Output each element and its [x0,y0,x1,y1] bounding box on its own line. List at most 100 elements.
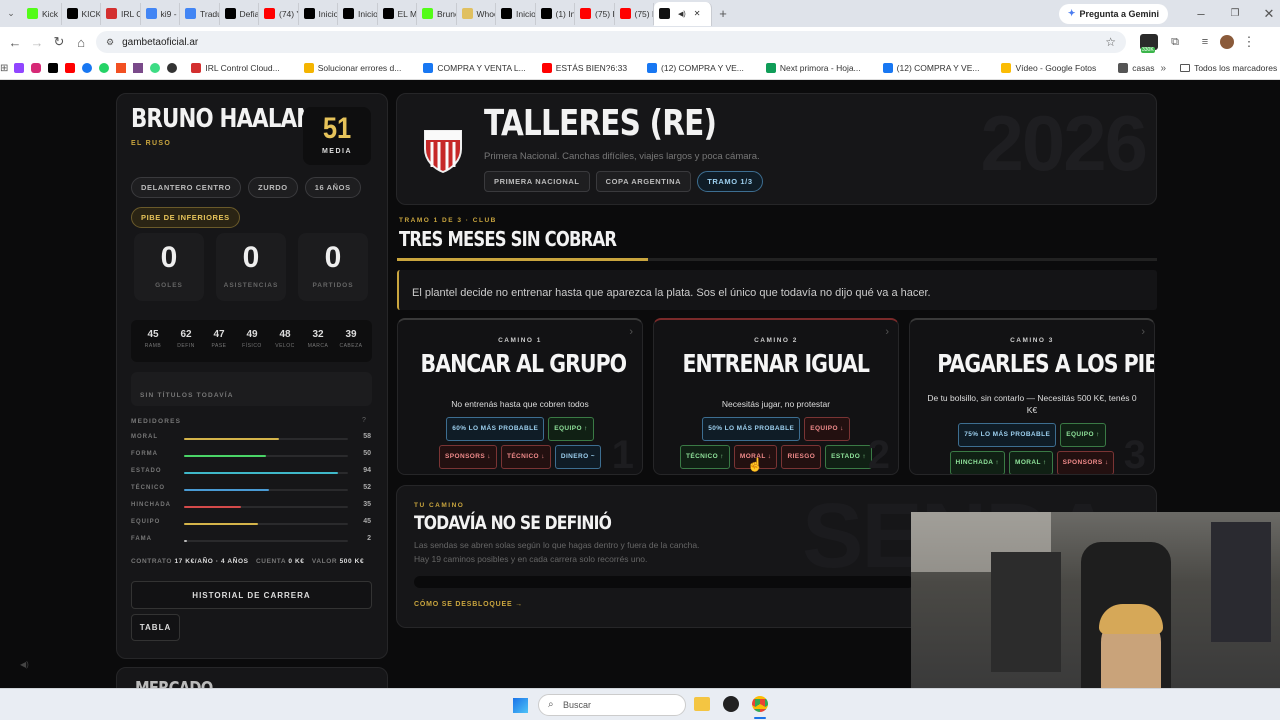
tab-favicon-icon [461,8,473,19]
file-explorer-icon[interactable] [694,697,710,711]
profile-avatar[interactable] [1220,35,1234,49]
bookmark-item[interactable]: Next primora - Hoja... [760,63,867,73]
reload-icon[interactable]: ↻ [48,34,70,50]
meter-label: ESTADO [131,468,162,474]
club-tags: PRIMERA NACIONAL COPA ARGENTINA TRAMO 1/… [484,171,763,192]
event-progress-fill [397,258,648,261]
extensions-puzzle-icon[interactable]: ⧉ [1164,36,1186,49]
browser-tab[interactable]: EL MA [378,2,417,25]
browser-tab[interactable]: (75) De [615,2,654,25]
photo-icon[interactable] [133,63,144,73]
browser-tab[interactable]: IRL Con [101,2,141,25]
career-history-button[interactable]: HISTORIAL DE CARRERA [131,581,372,609]
bookmark-label: (12) COMPRA Y VE... [661,63,744,73]
windows-taskbar: ⌕ Buscar [0,688,1280,720]
site-info-icon[interactable]: ⚙ [106,37,114,48]
tab-list-icon[interactable]: ⌄ [0,8,22,19]
effect-pill: SPONSORS ↓ [439,445,497,469]
bookmark-item[interactable]: Solucionar errores d... [298,63,408,73]
forward-icon[interactable]: → [26,35,48,50]
browser-tab[interactable]: (75) Fa [575,2,615,25]
apps-grid-icon[interactable]: ⊞ [0,63,8,74]
browser-tab[interactable]: ki9 - Bu [141,2,180,25]
event-title: TRES MESES SIN COBRAR [399,227,617,251]
browser-tab[interactable]: KICK Es [62,2,101,25]
bookmark-item[interactable]: (12) COMPRA Y VE... [641,63,750,73]
browser-tab[interactable]: Traducir [180,2,220,25]
browser-tab[interactable]: Whoop [457,2,496,25]
attribute-1: 62 DEFIN [171,329,201,349]
instagram-icon[interactable] [31,63,42,73]
android-icon[interactable] [150,63,161,73]
bookmark-favicon-icon [303,63,314,73]
close-window-icon[interactable]: ✕ [1258,6,1280,22]
youtube-icon[interactable] [65,63,76,73]
browser-tab[interactable]: Defians [220,2,259,25]
x-icon[interactable] [48,63,59,73]
twitch-icon[interactable] [14,63,25,73]
table-button[interactable]: TABLA [131,614,180,641]
more-bookmarks-icon[interactable]: » [1161,63,1167,74]
attribute-value: 62 [180,329,192,340]
extension-icon[interactable]: 330K [1140,34,1158,53]
path-option-1[interactable]: 1 › CAMINO 1 BANCAR AL GRUPO No entrenás has… [397,318,643,475]
meter-value: 52 [363,484,371,491]
whatsapp-icon[interactable] [99,63,110,73]
bookmark-item[interactable]: (12) COMPRA Y VE... [877,63,986,73]
taskbar-search[interactable]: ⌕ Buscar [538,694,686,716]
path-title: BANCAR AL GRUPO [420,349,627,378]
new-tab-button[interactable]: + [712,6,734,21]
gemini-button[interactable]: ✦ Pregunta a Gemini [1058,3,1168,24]
bookmark-item[interactable]: ESTÁS BIEN?6:33 [536,63,633,73]
tab-audio-icon[interactable]: ◀) [678,10,686,18]
unlock-link[interactable]: CÓMO SE DESBLOQUEE → [414,601,523,608]
menu-kebab-icon[interactable]: ⋮ [1238,34,1260,50]
tab-label: Whoop [476,8,496,19]
path-description: De tu bolsillo, sin contarlo — Necesitás… [927,393,1137,415]
meter-label: HINCHADA [131,502,171,508]
meter-label: MORAL [131,434,158,440]
meters-help-icon[interactable]: ? [362,417,366,424]
table-label: TABLA [139,623,172,632]
bookmark-item[interactable]: Vídeo - Google Fotos [995,63,1102,73]
close-tab-icon[interactable]: ✕ [694,9,701,18]
path-option-2[interactable]: 2 › CAMINO 2 ENTRENAR IGUAL Necesitás jugar,… [653,318,899,475]
goals-value: 0 [160,241,178,274]
meter-label: FORMA [131,451,158,457]
app-icon[interactable] [723,696,739,712]
account-label: CUENTA [255,558,286,565]
contract-label: CONTRATO [131,558,173,565]
minimize-icon[interactable]: – [1190,6,1212,21]
media-icon[interactable]: ≡ [1194,36,1216,48]
all-bookmarks[interactable]: Todos los marcadores [1174,63,1280,73]
browser-tab[interactable]: Kick Pa [22,2,62,25]
back-icon[interactable]: ← [4,35,26,50]
start-icon[interactable] [513,698,528,713]
url-field[interactable]: ⚙ gambetaoficial.ar ☆ [96,31,1126,53]
microsoft-icon[interactable] [116,63,127,73]
browser-tab[interactable]: Inicio / [496,2,536,25]
globe-icon[interactable] [167,63,178,73]
browser-tab[interactable]: (1) Info [536,2,575,25]
volume-icon[interactable]: ◀) [20,660,29,669]
assists-stat: 0 ASISTENCIAS [216,233,286,301]
bookmark-item[interactable]: COMPRA Y VENTA L... [417,63,531,73]
bookmark-item[interactable]: IRL Control Cloud... [185,63,285,73]
tab-label: ki9 - Bu [160,8,180,19]
rating-box: 51 MEDIA [303,107,371,165]
browser-tab[interactable]: Brunen [417,2,457,25]
browser-tab[interactable]: Inicio / [299,2,338,25]
bookmark-star-icon[interactable]: ☆ [1105,35,1116,49]
meter-value: 58 [363,433,371,440]
tab-favicon-icon [106,8,117,19]
browser-tab[interactable]: ◀) ✕ [654,1,712,26]
meter-label: TÉCNICO [131,485,165,491]
home-icon[interactable]: ⌂ [70,35,92,50]
browser-tab[interactable]: (74) You [259,2,299,25]
chrome-taskbar-icon[interactable] [752,696,768,712]
browser-tab[interactable]: Inicio / [338,2,378,25]
facebook-icon[interactable] [82,63,93,73]
bookmark-item[interactable]: casas [1112,63,1160,73]
path-option-3[interactable]: 3 › CAMINO 3 PAGARLES A LOS PIBES De tu bols… [909,318,1155,475]
maximize-icon[interactable]: ❐ [1224,8,1246,19]
